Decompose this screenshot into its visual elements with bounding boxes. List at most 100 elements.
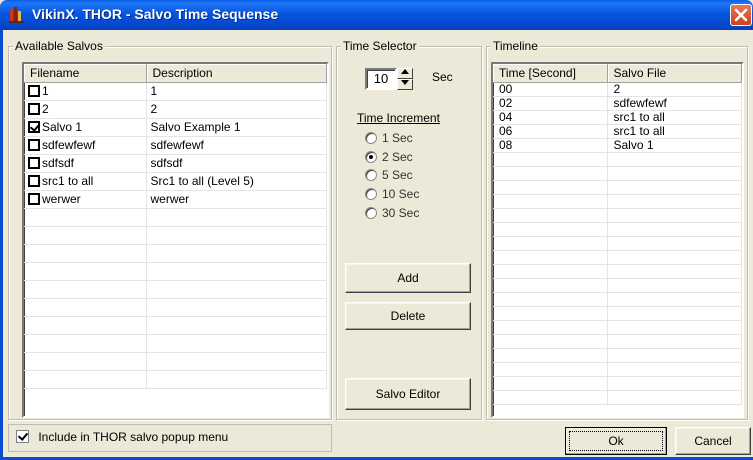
checkbox-icon[interactable] — [16, 430, 29, 443]
radio-label: 10 Sec — [382, 187, 420, 201]
time-cell: 08 — [493, 138, 608, 153]
table-row[interactable]: src1 to all Src1 to all (Level 5) — [24, 172, 327, 191]
table-row[interactable]: 08 Salvo 1 — [493, 138, 742, 153]
empty-row — [493, 390, 742, 405]
empty-row — [493, 292, 742, 307]
time-cell: 00 — [493, 82, 608, 97]
timeline-label: Timeline — [491, 39, 540, 53]
filename-cell[interactable]: sdfewfewf — [24, 136, 147, 155]
filename-cell[interactable]: src1 to all — [24, 172, 147, 191]
table-row[interactable]: werwer werwer — [24, 190, 327, 209]
filename-cell[interactable]: 1 — [24, 82, 147, 101]
spin-up-button[interactable] — [397, 68, 413, 79]
radio-icon[interactable] — [365, 169, 377, 181]
salvo-file-cell: src1 to all — [607, 110, 742, 125]
radio-option[interactable]: 1 Sec — [365, 131, 413, 147]
time-selector-label: Time Selector — [341, 39, 419, 53]
filename-text: werwer — [42, 192, 81, 206]
table-row[interactable]: 00 2 — [493, 82, 742, 97]
empty-row — [24, 334, 327, 353]
close-icon — [734, 8, 748, 22]
add-button[interactable]: Add — [345, 263, 471, 293]
filename-cell[interactable]: sdfsdf — [24, 154, 147, 173]
row-checkbox[interactable] — [28, 103, 40, 115]
table-row[interactable]: 22 — [24, 100, 327, 119]
table-row[interactable]: 04 src1 to all — [493, 110, 742, 125]
radio-option[interactable]: 5 Sec — [365, 168, 413, 184]
row-checkbox[interactable] — [28, 85, 40, 97]
available-salvos-label: Available Salvos — [13, 39, 105, 53]
empty-row — [24, 316, 327, 335]
table-row[interactable]: 06 src1 to all — [493, 124, 742, 139]
ok-button[interactable]: Ok — [565, 427, 667, 455]
time-unit-label: Sec — [432, 70, 453, 84]
empty-row — [493, 320, 742, 335]
empty-row — [493, 194, 742, 209]
radio-option[interactable]: 30 Sec — [365, 206, 419, 222]
table-row[interactable]: sdfsdf sdfsdf — [24, 154, 327, 173]
row-checkbox[interactable] — [28, 175, 40, 187]
row-checkbox[interactable] — [28, 139, 40, 151]
row-checkbox[interactable] — [28, 121, 40, 133]
title-bar[interactable]: VikinX. THOR - Salvo Time Sequense — [0, 0, 753, 30]
description-cell: sdfewfewf — [146, 136, 327, 155]
filename-cell[interactable]: 2 — [24, 100, 147, 119]
timeline-list[interactable]: Time [Second] Salvo File 00 2 02 sdfewfewf 0… — [491, 62, 744, 418]
salvo-file-cell: Salvo 1 — [607, 138, 742, 153]
column-header-filename[interactable]: Filename — [24, 64, 147, 83]
empty-row — [24, 298, 327, 317]
time-value-input[interactable]: 10 — [365, 68, 397, 90]
table-row[interactable]: sdfewfewf sdfewfewf — [24, 136, 327, 155]
description-cell: werwer — [146, 190, 327, 209]
filename-text: 2 — [42, 102, 49, 116]
row-checkbox[interactable] — [28, 193, 40, 205]
filename-text: 1 — [42, 84, 49, 98]
salvo-file-cell: src1 to all — [607, 124, 742, 139]
filename-text: Salvo 1 — [42, 120, 83, 134]
close-button[interactable] — [730, 4, 752, 26]
filename-cell[interactable]: Salvo 1 — [24, 118, 147, 137]
salvo-list[interactable]: Filename Description 1 1 2 2 Salvo 1 Salvo Ex… — [22, 62, 329, 418]
spin-down-button[interactable] — [397, 79, 413, 90]
table-row[interactable]: 11 — [24, 82, 327, 101]
radio-icon[interactable] — [365, 151, 377, 163]
radio-option[interactable]: 10 Sec — [365, 187, 419, 203]
radio-icon[interactable] — [365, 207, 377, 219]
arrow-up-icon — [401, 69, 409, 74]
empty-row — [493, 222, 742, 237]
empty-row — [493, 376, 742, 391]
table-row[interactable]: Salvo 1 Salvo Example 1 — [24, 118, 327, 137]
description-cell: sdfsdf — [146, 154, 327, 173]
empty-row — [493, 362, 742, 377]
description-cell: 2 — [146, 100, 327, 119]
salvo-file-cell: 2 — [607, 82, 742, 97]
row-checkbox[interactable] — [28, 157, 40, 169]
radio-icon[interactable] — [365, 188, 377, 200]
arrow-down-icon — [401, 80, 409, 85]
salvo-editor-button[interactable]: Salvo Editor — [345, 378, 471, 410]
include-popup-checkbox[interactable]: Include in THOR salvo popup menu — [16, 430, 228, 444]
empty-row — [493, 236, 742, 251]
time-increment-label: Time Increment — [357, 111, 440, 125]
time-cell: 02 — [493, 96, 608, 111]
time-selector-group: Time Selector — [336, 39, 482, 420]
table-row[interactable]: 02 sdfewfewf — [493, 96, 742, 111]
column-header-salvo-file[interactable]: Salvo File — [607, 64, 742, 83]
cancel-button[interactable]: Cancel — [675, 427, 751, 455]
filename-cell[interactable]: werwer — [24, 190, 147, 209]
empty-row — [24, 244, 327, 263]
salvo-file-cell: sdfewfewf — [607, 96, 742, 111]
window-title: VikinX. THOR - Salvo Time Sequense — [32, 6, 279, 22]
include-popup-label: Include in THOR salvo popup menu — [38, 430, 229, 444]
description-cell: Salvo Example 1 — [146, 118, 327, 137]
radio-option[interactable]: 2 Sec — [365, 150, 413, 166]
radio-label: 2 Sec — [382, 150, 413, 164]
column-header-description[interactable]: Description — [146, 64, 327, 83]
time-cell: 06 — [493, 124, 608, 139]
radio-icon[interactable] — [365, 132, 377, 144]
column-header-time[interactable]: Time [Second] — [493, 64, 608, 83]
filename-text: sdfewfewf — [42, 138, 96, 152]
delete-button[interactable]: Delete — [345, 302, 471, 330]
description-cell: Src1 to all (Level 5) — [146, 172, 327, 191]
radio-label: 30 Sec — [382, 206, 420, 220]
